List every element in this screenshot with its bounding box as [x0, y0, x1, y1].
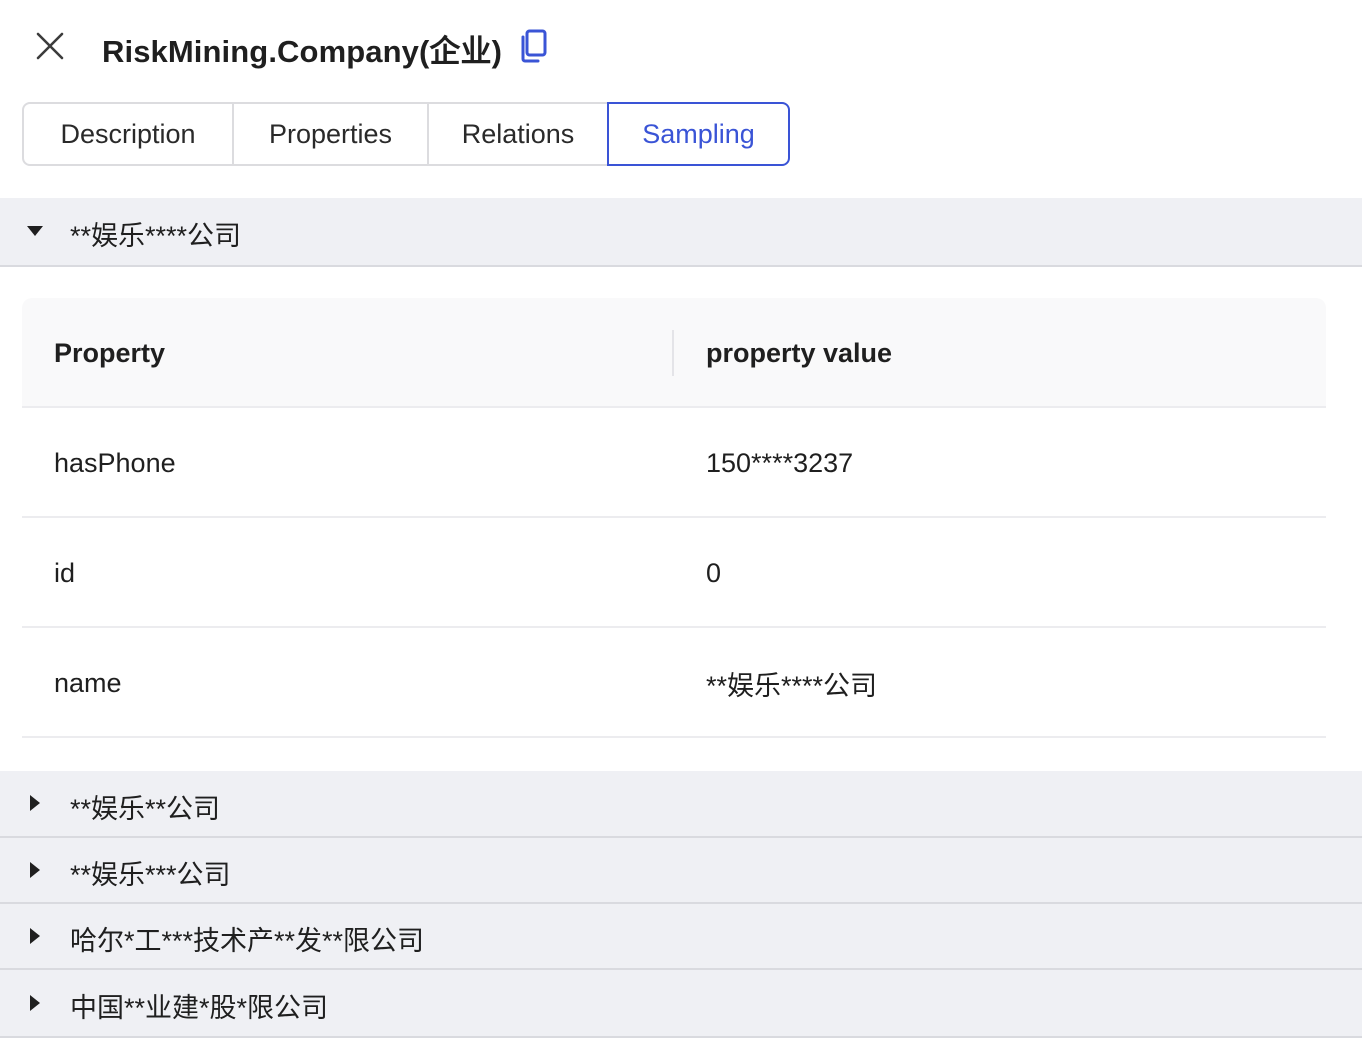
property-value: 150****3237: [706, 447, 854, 478]
divider: [0, 265, 1362, 267]
caret-right-icon: [30, 995, 40, 1011]
tab-sampling[interactable]: Sampling: [607, 102, 790, 166]
sample-header-expanded[interactable]: **娱乐****公司: [0, 198, 1362, 265]
column-header-property: Property: [54, 337, 166, 368]
table-row: hasPhone 150****3237: [22, 408, 1326, 518]
sample-label: **娱乐**公司: [70, 794, 221, 824]
property-value: 0: [706, 557, 722, 588]
sample-header-collapsed[interactable]: **娱乐***公司: [0, 838, 1362, 902]
sample-label: 哈尔*工***技术产**发**限公司: [70, 926, 425, 956]
table-row: name **娱乐****公司: [22, 628, 1326, 738]
sample-header-collapsed[interactable]: 哈尔*工***技术产**发**限公司: [0, 904, 1362, 968]
tab-description[interactable]: Description: [22, 102, 234, 166]
property-name: name: [54, 667, 122, 698]
sample-header-collapsed[interactable]: **娱乐**公司: [0, 771, 1362, 836]
caret-right-icon: [30, 928, 40, 944]
sample-label: **娱乐****公司: [70, 221, 242, 251]
detail-header: RiskMining.Company(企业): [0, 0, 1362, 96]
property-value: **娱乐****公司: [706, 670, 878, 701]
tab-properties[interactable]: Properties: [232, 102, 429, 166]
caret-right-icon: [30, 795, 40, 811]
caret-right-icon: [30, 862, 40, 878]
column-divider: [672, 330, 674, 376]
tab-relations[interactable]: Relations: [427, 102, 609, 166]
copy-icon[interactable]: [518, 28, 550, 64]
copy-button[interactable]: [518, 28, 550, 64]
tab-bar: Description Properties Relations Samplin…: [22, 102, 790, 166]
column-header-value: property value: [706, 337, 893, 368]
close-icon[interactable]: [30, 28, 70, 68]
page-title: RiskMining.Company(企业): [102, 34, 503, 69]
property-name: id: [54, 557, 76, 588]
table-row: id 0: [22, 518, 1326, 628]
sample-header-collapsed[interactable]: 中国**业建*股*限公司: [0, 970, 1362, 1036]
property-table: Property property value hasPhone 150****…: [22, 298, 1326, 738]
caret-down-icon: [27, 226, 43, 236]
property-name: hasPhone: [54, 447, 176, 478]
table-header: Property property value: [22, 298, 1326, 408]
sample-label: 中国**业建*股*限公司: [70, 993, 329, 1023]
sample-label: **娱乐***公司: [70, 860, 231, 890]
close-button[interactable]: [30, 28, 70, 68]
